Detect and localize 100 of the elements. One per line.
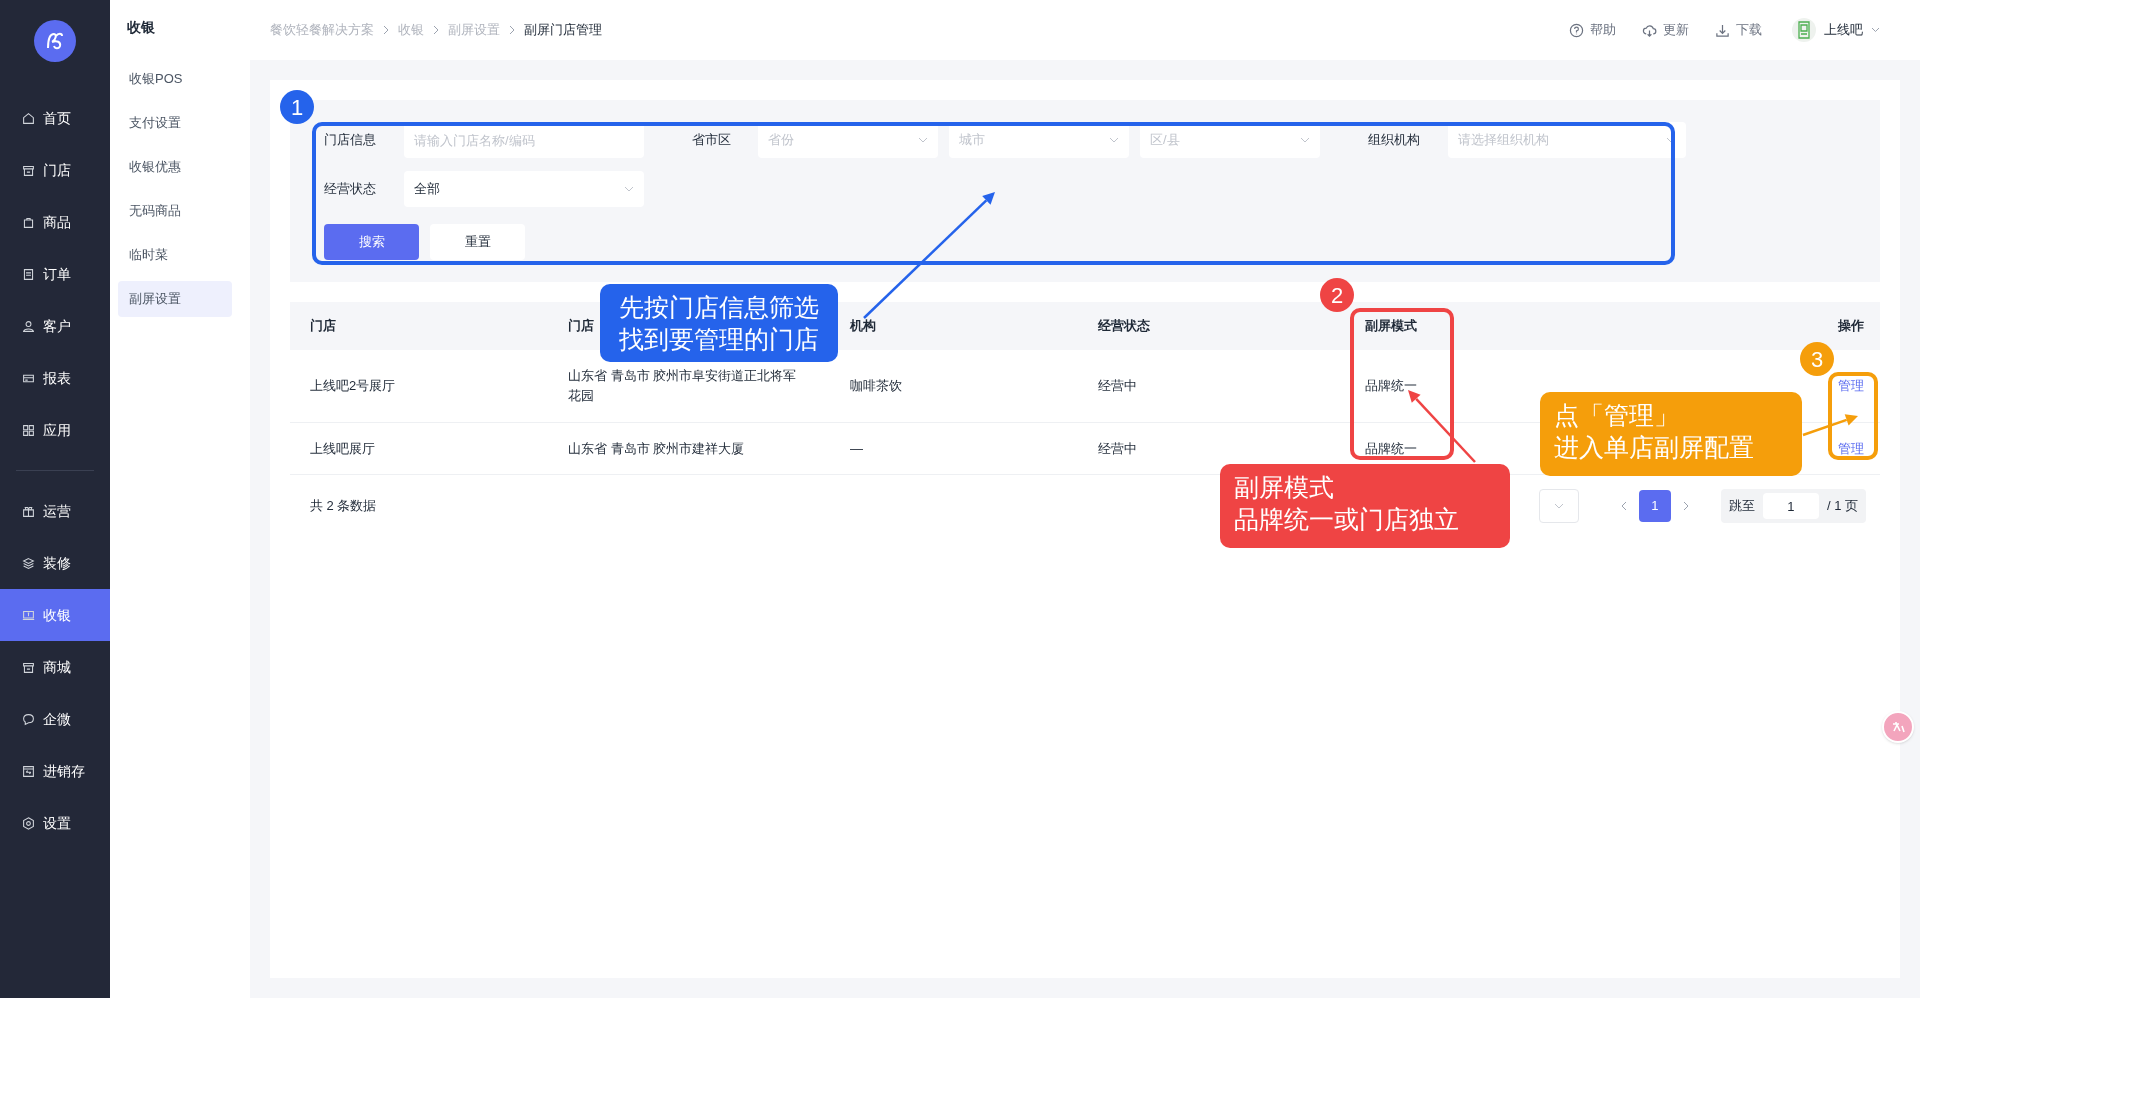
- column-header: 门店: [310, 317, 337, 336]
- sidebar-label: 应用: [43, 420, 71, 440]
- sidebar-item[interactable]: 订单: [0, 248, 110, 300]
- sidebar-item[interactable]: 设置: [0, 797, 110, 849]
- avatar-icon: [1792, 18, 1816, 42]
- sidebar-item[interactable]: 进销存: [0, 745, 110, 797]
- sidebar-label: 设置: [43, 813, 71, 833]
- chevron-icon: [508, 25, 516, 35]
- sidebar-item[interactable]: 客户: [0, 300, 110, 352]
- grid-icon: [22, 423, 35, 437]
- caret-icon: [1871, 27, 1880, 33]
- chevron-down-icon: [1109, 137, 1119, 143]
- callout-text: 先按门店信息筛选: [619, 292, 819, 323]
- total-count: 共 2 条数据: [310, 497, 377, 516]
- header-action[interactable]: 更新: [1642, 20, 1689, 40]
- manage-link[interactable]: 管理: [1838, 438, 1864, 459]
- table-cell-text: 上线吧展厅: [310, 439, 376, 458]
- sidebar-item[interactable]: 商品: [0, 196, 110, 248]
- field-label: 经营状态: [324, 180, 377, 199]
- sidebar-item[interactable]: 商城: [0, 641, 110, 693]
- logo-icon: [34, 20, 76, 62]
- callout-text: 副屏模式: [1234, 472, 1335, 503]
- select-field[interactable]: 全部: [404, 171, 644, 207]
- chevron-down-icon: [918, 137, 928, 143]
- document-icon: [22, 267, 35, 281]
- user-icon: [22, 319, 35, 333]
- button[interactable]: 重置: [430, 224, 525, 260]
- table-cell-text: —: [850, 439, 864, 458]
- table-cell-text: 品牌统一: [1365, 439, 1418, 458]
- bag-icon: [22, 215, 35, 229]
- sidebar-item[interactable]: 收银: [0, 589, 110, 641]
- submenu-item[interactable]: 副屏设置: [118, 281, 232, 317]
- callout-text: 品牌统一或门店独立: [1234, 504, 1460, 535]
- column-header: 门店: [568, 317, 595, 336]
- chevron-down-icon: [1300, 137, 1310, 143]
- table-cell-text: 山东省 青岛市 胶州市建祥大厦: [568, 439, 746, 458]
- column-header: 机构: [850, 317, 877, 336]
- sidebar-label: 门店: [43, 160, 71, 180]
- sidebar-item[interactable]: 装修: [0, 537, 110, 589]
- sidebar-label: 进销存: [43, 761, 85, 781]
- submenu-item[interactable]: 无码商品: [118, 193, 232, 229]
- table-cell-text: 经营中: [1098, 439, 1138, 458]
- page-input[interactable]: 1: [1762, 493, 1819, 519]
- sidebar-item[interactable]: 首页: [0, 92, 110, 144]
- sidebar-item[interactable]: 门店: [0, 144, 110, 196]
- callout-text: 找到要管理的门店: [619, 324, 819, 355]
- table-cell-text: 上线吧2号展厅: [310, 377, 397, 395]
- layers-icon: [22, 556, 35, 570]
- sidebar-item[interactable]: 企微: [0, 693, 110, 745]
- sidebar-label: 报表: [43, 368, 71, 388]
- sidebar-label: 装修: [43, 553, 71, 573]
- sidebar-label: 首页: [43, 108, 71, 128]
- sidebar-item[interactable]: 运营: [0, 485, 110, 537]
- table-cell-text: 经营中: [1098, 377, 1138, 395]
- chat-icon: [22, 712, 35, 726]
- column-header: 操作: [1838, 317, 1864, 336]
- field-label: 组织机构: [1368, 131, 1421, 150]
- sidebar-label: 运营: [43, 501, 71, 521]
- store-icon: [22, 163, 35, 177]
- submenu-item[interactable]: 临时菜: [118, 237, 232, 273]
- chevron-down-icon: [624, 186, 634, 192]
- download-icon: [1715, 22, 1730, 38]
- sidebar-label: 订单: [43, 264, 71, 284]
- submenu-item[interactable]: 支付设置: [118, 105, 232, 141]
- submenu-title: 收银: [126, 18, 156, 37]
- sidebar-item[interactable]: 应用: [0, 404, 110, 456]
- register-icon: [22, 608, 35, 622]
- manage-link[interactable]: 管理: [1838, 376, 1864, 396]
- page-count: / 1 页: [1826, 497, 1858, 516]
- jump-label: 跳至: [1728, 497, 1755, 516]
- gift-icon: [22, 504, 35, 518]
- sidebar-label: 收银: [43, 605, 71, 625]
- table-cell-text: 品牌统一: [1365, 377, 1418, 395]
- submenu-item[interactable]: 收银优惠: [118, 149, 232, 185]
- sidebar-label: 商城: [43, 657, 71, 677]
- sidebar-item[interactable]: 报表: [0, 352, 110, 404]
- header-action[interactable]: 下载: [1715, 20, 1762, 40]
- inventory-icon: [22, 764, 35, 778]
- column-header: 经营状态: [1098, 317, 1151, 336]
- cloud-download-icon: [1642, 22, 1657, 38]
- submenu-item[interactable]: 收银POS: [118, 61, 232, 97]
- gear-icon: [22, 816, 35, 830]
- field-label: 省市区: [692, 131, 732, 150]
- user-menu[interactable]: 上线吧: [1792, 18, 1880, 42]
- chevron-down-icon: [1553, 503, 1564, 509]
- store-icon: [22, 660, 35, 674]
- column-header: 副屏模式: [1365, 317, 1418, 336]
- home-icon: [22, 111, 35, 125]
- next-page-icon[interactable]: [1682, 501, 1689, 511]
- sidebar-label: 客户: [43, 316, 71, 336]
- breadcrumb-item: 副屏门店管理: [524, 21, 602, 40]
- table-cell-text: 咖啡茶饮: [850, 377, 903, 395]
- page-button[interactable]: 1: [1638, 490, 1671, 522]
- button[interactable]: 搜索: [324, 224, 419, 260]
- header-action[interactable]: 帮助: [1569, 20, 1616, 40]
- chevron-icon: [382, 25, 390, 35]
- help-icon: [1569, 22, 1584, 38]
- previous-page-icon[interactable]: [1620, 501, 1627, 511]
- sidebar-label: 企微: [43, 709, 71, 729]
- chevron-icon: [432, 25, 440, 35]
